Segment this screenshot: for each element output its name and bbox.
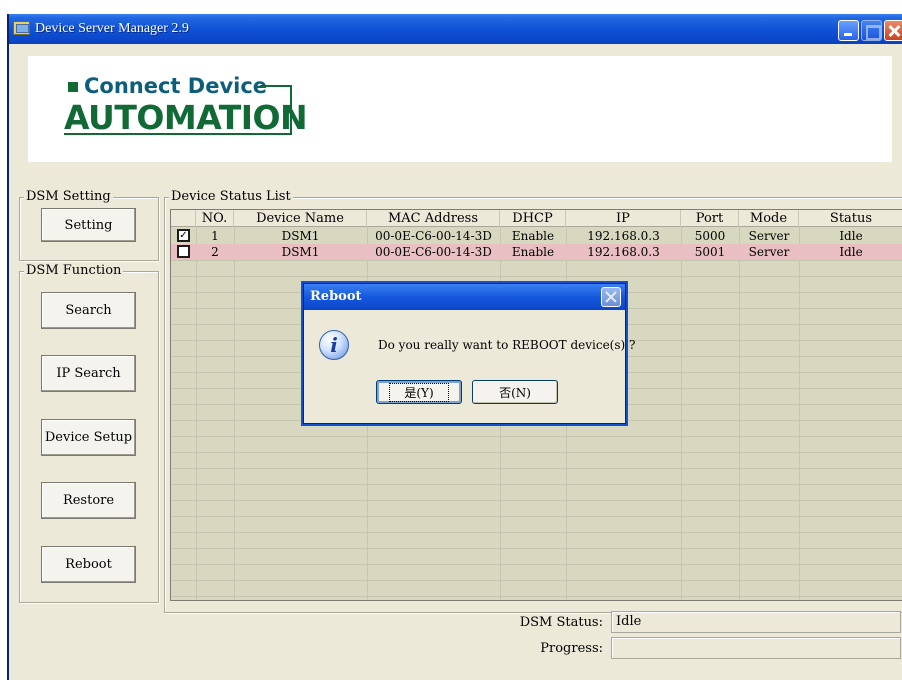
header-check bbox=[171, 210, 196, 227]
logo-banner: Connect Device AUTOMATION bbox=[28, 56, 892, 162]
dsm-function-legend: DSM Function bbox=[24, 263, 124, 278]
main-window: Device Server Manager 2.9 Connect Device… bbox=[7, 14, 902, 680]
cell-mac: 00-0E-C6-00-14-3D bbox=[375, 229, 492, 243]
title-bar[interactable]: Device Server Manager 2.9 bbox=[9, 14, 902, 44]
dialog-message: Do you really want to REBOOT device(s) ? bbox=[378, 338, 636, 352]
dialog-title-bar[interactable]: Reboot bbox=[304, 284, 625, 310]
header-no[interactable]: NO. bbox=[196, 210, 234, 227]
header-mac-address[interactable]: MAC Address bbox=[367, 210, 500, 227]
cell-ip: 192.168.0.3 bbox=[587, 229, 660, 243]
grid-line bbox=[171, 452, 902, 453]
dialog-close-icon[interactable] bbox=[601, 287, 621, 307]
device-status-legend: Device Status List bbox=[169, 189, 293, 204]
grid-line bbox=[171, 436, 902, 437]
grid-line bbox=[171, 468, 902, 469]
cell-port: 5001 bbox=[694, 245, 726, 259]
yes-button-label: 是(Y) bbox=[389, 382, 449, 402]
yes-button[interactable]: 是(Y) bbox=[376, 380, 462, 404]
table-row[interactable]: ✓ 1 DSM1 00-0E-C6-00-14-3D Enable 192.16… bbox=[171, 228, 889, 244]
grid-line bbox=[171, 484, 902, 485]
reboot-dialog: Reboot i Do you really want to REBOOT de… bbox=[303, 283, 635, 424]
device-setup-button[interactable]: Device Setup bbox=[41, 419, 136, 456]
grid-line bbox=[171, 580, 902, 581]
dsm-status-field: Idle bbox=[611, 611, 901, 633]
list-header: NO. Device Name MAC Address DHCP IP Port… bbox=[171, 210, 902, 227]
dsm-function-group: DSM Function Search IP Search Device Set… bbox=[19, 263, 159, 603]
grid-line bbox=[196, 227, 197, 600]
dialog-title: Reboot bbox=[310, 289, 362, 304]
header-dhcp[interactable]: DHCP bbox=[500, 210, 566, 227]
row-checkbox[interactable] bbox=[177, 245, 190, 258]
header-ip[interactable]: IP bbox=[566, 210, 681, 227]
cell-device-name: DSM1 bbox=[281, 229, 320, 243]
cell-mode: Server bbox=[748, 245, 790, 259]
grid-line bbox=[171, 500, 902, 501]
search-button[interactable]: Search bbox=[41, 292, 136, 329]
cell-dhcp: Enable bbox=[511, 245, 555, 259]
table-row[interactable]: 2 DSM1 00-0E-C6-00-14-3D Enable 192.168.… bbox=[171, 244, 902, 260]
cell-status: Idle bbox=[839, 245, 863, 259]
cell-no: 2 bbox=[211, 245, 219, 259]
row-checkbox[interactable]: ✓ bbox=[177, 229, 190, 242]
grid-line bbox=[171, 596, 902, 597]
header-status[interactable]: Status bbox=[799, 210, 902, 227]
dsm-status-label: DSM Status: bbox=[519, 615, 603, 630]
progress-label: Progress: bbox=[540, 641, 603, 656]
window-title: Device Server Manager 2.9 bbox=[35, 21, 189, 36]
grid-line bbox=[171, 260, 902, 261]
grid-line bbox=[799, 227, 800, 600]
cell-ip: 192.168.0.3 bbox=[587, 245, 660, 259]
header-mode[interactable]: Mode bbox=[739, 210, 799, 227]
ip-search-button[interactable]: IP Search bbox=[41, 355, 136, 392]
dsm-setting-group: DSM Setting Setting bbox=[19, 189, 159, 261]
close-button[interactable] bbox=[884, 20, 902, 41]
setting-button[interactable]: Setting bbox=[41, 208, 136, 242]
header-port[interactable]: Port bbox=[681, 210, 739, 227]
reboot-button[interactable]: Reboot bbox=[41, 546, 136, 583]
logo-automation: AUTOMATION bbox=[64, 98, 308, 137]
no-button[interactable]: 否(N) bbox=[472, 380, 558, 404]
grid-line bbox=[171, 532, 902, 533]
cell-dhcp: Enable bbox=[511, 229, 555, 243]
cell-mac: 00-0E-C6-00-14-3D bbox=[375, 245, 492, 259]
info-icon: i bbox=[319, 330, 349, 360]
grid-line bbox=[171, 276, 902, 277]
grid-line bbox=[171, 548, 902, 549]
grid-line bbox=[171, 564, 902, 565]
cell-status: Idle bbox=[839, 229, 863, 243]
grid-line bbox=[171, 516, 902, 517]
grid-line bbox=[739, 227, 740, 600]
grid-line bbox=[234, 227, 235, 600]
progress-bar bbox=[611, 637, 901, 659]
cell-port: 5000 bbox=[694, 229, 726, 243]
dsm-setting-legend: DSM Setting bbox=[24, 189, 113, 204]
restore-button[interactable]: Restore bbox=[41, 482, 136, 519]
cell-device-name: DSM1 bbox=[281, 245, 320, 259]
grid-line bbox=[681, 227, 682, 600]
header-device-name[interactable]: Device Name bbox=[234, 210, 367, 227]
app-icon bbox=[13, 21, 30, 35]
minimize-button[interactable] bbox=[838, 20, 859, 41]
cell-mode: Server bbox=[748, 229, 790, 243]
no-button-label: 否(N) bbox=[499, 385, 531, 400]
maximize-button[interactable] bbox=[861, 20, 882, 41]
cell-no: 1 bbox=[211, 229, 219, 243]
